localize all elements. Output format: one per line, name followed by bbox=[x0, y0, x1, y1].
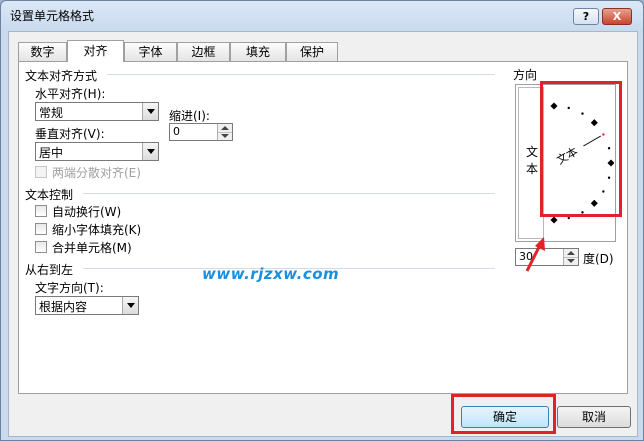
indent-stepper[interactable]: 0 bbox=[169, 123, 233, 141]
cancel-button[interactable]: 取消 bbox=[557, 406, 631, 428]
vertical-align-label: 垂直对齐(V): bbox=[35, 127, 105, 141]
vertical-text-char: 文 bbox=[525, 145, 538, 159]
wrap-text-label: 自动换行(W) bbox=[52, 205, 122, 219]
dialog-body: 数字 对齐 字体 边框 填充 保护 文本对齐方式 水平对齐(H): 常规 缩进(… bbox=[8, 31, 638, 437]
arrow-annotation-icon bbox=[525, 237, 545, 272]
wrap-text-checkbox[interactable] bbox=[35, 205, 47, 217]
horizontal-align-value: 常规 bbox=[39, 106, 64, 120]
horizontal-align-select[interactable]: 常规 bbox=[35, 102, 159, 121]
text-control-heading: 文本控制 bbox=[25, 188, 74, 202]
vertical-align-value: 居中 bbox=[39, 146, 64, 160]
alignment-panel: 文本对齐方式 水平对齐(H): 常规 缩进(I): 0 垂直对齐(V): 居中 bbox=[18, 61, 628, 394]
format-cells-dialog: 设置单元格格式 ? X 数字 对齐 字体 边框 填充 保护 文本对齐方式 水平对… bbox=[0, 0, 644, 441]
divider bbox=[107, 74, 495, 75]
dial-marker[interactable] bbox=[550, 216, 558, 224]
highlight-box-dial bbox=[540, 81, 622, 217]
dial-marker[interactable] bbox=[567, 216, 570, 220]
horizontal-align-label: 水平对齐(H): bbox=[35, 87, 106, 101]
stepper-arrows bbox=[563, 249, 578, 265]
watermark: www.rjzxw.com bbox=[202, 265, 340, 283]
indent-label: 缩进(I): bbox=[169, 109, 210, 123]
chevron-down-icon[interactable] bbox=[122, 297, 138, 314]
tab-border[interactable]: 边框 bbox=[177, 42, 230, 61]
arrow-down-icon[interactable] bbox=[564, 257, 578, 265]
tab-font[interactable]: 字体 bbox=[124, 42, 177, 61]
close-button[interactable]: X bbox=[602, 8, 632, 25]
chevron-down-icon[interactable] bbox=[142, 103, 158, 120]
tab-protection[interactable]: 保护 bbox=[286, 42, 338, 61]
shrink-to-fit-checkbox[interactable] bbox=[35, 223, 47, 235]
text-alignment-heading: 文本对齐方式 bbox=[25, 69, 98, 83]
highlight-box-ok bbox=[451, 394, 556, 434]
merge-cells-label: 合并单元格(M) bbox=[52, 241, 132, 255]
help-button[interactable]: ? bbox=[573, 8, 599, 25]
text-direction-label: 文字方向(T): bbox=[35, 281, 104, 295]
justify-distributed-label: 两端分散对齐(E) bbox=[52, 166, 141, 180]
arrow-down-icon[interactable] bbox=[218, 132, 232, 140]
text-direction-value: 根据内容 bbox=[39, 300, 88, 314]
vertical-align-select[interactable]: 居中 bbox=[35, 142, 159, 161]
merge-cells-checkbox[interactable] bbox=[35, 241, 47, 253]
rtl-heading: 从右到左 bbox=[25, 263, 74, 277]
text-direction-select[interactable]: 根据内容 bbox=[35, 296, 139, 315]
tab-number[interactable]: 数字 bbox=[18, 42, 67, 61]
dialog-title: 设置单元格格式 bbox=[10, 9, 95, 23]
divider bbox=[83, 193, 495, 194]
tab-fill[interactable]: 填充 bbox=[230, 42, 286, 61]
chevron-down-icon[interactable] bbox=[142, 143, 158, 160]
stepper-arrows bbox=[217, 124, 232, 140]
indent-value[interactable]: 0 bbox=[173, 125, 180, 138]
justify-distributed-checkbox[interactable] bbox=[35, 166, 47, 178]
orientation-heading: 方向 bbox=[513, 68, 538, 82]
title-bar[interactable]: 设置单元格格式 ? X bbox=[1, 1, 643, 29]
vertical-text-char: 本 bbox=[525, 162, 538, 176]
degrees-label: 度(D) bbox=[583, 252, 614, 266]
shrink-to-fit-label: 缩小字体填充(K) bbox=[52, 223, 142, 237]
tab-alignment[interactable]: 对齐 bbox=[67, 40, 124, 62]
